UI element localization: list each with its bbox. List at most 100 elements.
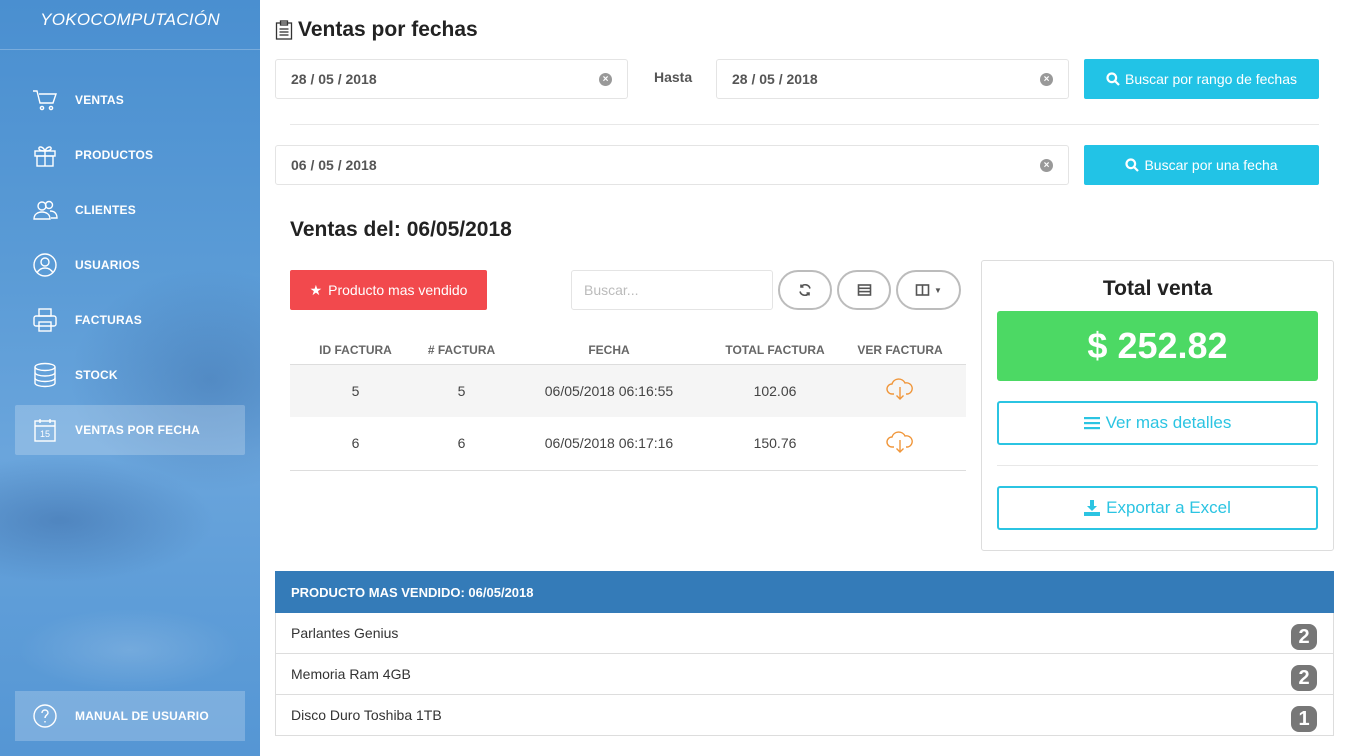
product-name: Disco Duro Toshiba 1TB: [291, 707, 442, 723]
app-root: YOKOCOMPUTACIÓN VENTAS PRODUCTOS CLIENTE…: [0, 0, 1351, 756]
best-sellers-heading: PRODUCTO MAS VENDIDO: 06/05/2018: [275, 571, 1334, 613]
toggle-view-button[interactable]: [837, 270, 891, 310]
sidebar-item-productos[interactable]: PRODUCTOS: [15, 130, 245, 180]
sales-table: ID FACTURA # FACTURA FECHA TOTAL FACTURA…: [290, 337, 966, 471]
total-title: Total venta: [1102, 277, 1213, 300]
sidebar-item-label: CLIENTES: [75, 203, 136, 217]
column-header[interactable]: TOTAL FACTURA: [716, 337, 834, 365]
sales-heading: Ventas del: 06/05/2018: [290, 218, 512, 241]
list-icon: [857, 284, 871, 296]
sidebar-item-facturas[interactable]: FACTURAS: [15, 295, 245, 345]
sidebar-item-label: USUARIOS: [75, 258, 140, 272]
list-item: Disco Duro Toshiba 1TB 1: [275, 695, 1334, 736]
list-item: Parlantes Genius 2: [275, 613, 1334, 654]
product-name: Parlantes Genius: [291, 625, 399, 641]
single-date-field[interactable]: 06 / 05 / 2018 ×: [275, 145, 1069, 185]
column-header[interactable]: ID FACTURA: [290, 337, 421, 365]
date-from-value: 28 / 05 / 2018: [291, 71, 377, 87]
details-button[interactable]: Ver mas detalles: [997, 401, 1318, 445]
bars-icon: [1083, 417, 1100, 430]
search-range-label: Buscar por rango de fechas: [1125, 71, 1297, 87]
brand-logo: YOKOCOMPUTACIÓN: [0, 0, 260, 50]
sidebar-nav: VENTAS PRODUCTOS CLIENTES USUARIOS FACTU…: [15, 75, 245, 460]
sidebar-item-ventas[interactable]: VENTAS: [15, 75, 245, 125]
clear-icon[interactable]: ×: [599, 73, 612, 86]
sidebar-item-clientes[interactable]: CLIENTES: [15, 185, 245, 235]
date-from-field[interactable]: 28 / 05 / 2018 ×: [275, 59, 628, 99]
svg-text:15: 15: [40, 429, 50, 439]
column-header[interactable]: FECHA: [502, 337, 716, 365]
cell-id: 5: [290, 364, 421, 417]
date-to-value: 28 / 05 / 2018: [732, 71, 818, 87]
export-excel-label: Exportar a Excel: [1106, 498, 1231, 517]
cell-num: 6: [421, 417, 502, 471]
refresh-icon: [799, 283, 811, 297]
star-icon: ★: [309, 281, 323, 298]
export-excel-button[interactable]: Exportar a Excel: [997, 486, 1318, 530]
table-row: 6 6 06/05/2018 06:17:16 150.76: [290, 417, 966, 471]
column-header[interactable]: VER FACTURA: [834, 337, 966, 365]
cell-fecha: 06/05/2018 06:16:55: [502, 364, 716, 417]
sidebar-item-label: MANUAL DE USUARIO: [75, 709, 209, 723]
count-badge: 2: [1291, 624, 1317, 650]
best-product-button[interactable]: ★ Producto mas vendido: [290, 270, 487, 310]
view-invoice-cell: [834, 364, 966, 417]
cell-total: 102.06: [716, 364, 834, 417]
column-header[interactable]: # FACTURA: [421, 337, 502, 365]
cell-fecha: 06/05/2018 06:17:16: [502, 417, 716, 471]
list-item: Memoria Ram 4GB 2: [275, 654, 1334, 695]
cloud-download-icon[interactable]: [886, 378, 914, 404]
page-title: Ventas por fechas: [275, 16, 478, 44]
sidebar-item-label: VENTAS POR FECHA: [75, 423, 200, 437]
count-badge: 1: [1291, 706, 1317, 732]
page-title-text: Ventas por fechas: [298, 18, 478, 41]
caret-down-icon: ▼: [934, 285, 942, 295]
search-single-label: Buscar por una fecha: [1144, 157, 1278, 173]
cell-id: 6: [290, 417, 421, 471]
divider: [290, 124, 1319, 125]
cart-icon: [31, 86, 59, 114]
search-icon: [1106, 72, 1120, 86]
search-icon: [1125, 158, 1140, 172]
product-name: Memoria Ram 4GB: [291, 666, 411, 682]
cloud-download-icon[interactable]: [886, 431, 914, 457]
sidebar-item-manual[interactable]: MANUAL DE USUARIO: [15, 691, 245, 741]
clear-icon[interactable]: ×: [1040, 73, 1053, 86]
refresh-button[interactable]: [778, 270, 832, 310]
date-to-field[interactable]: 28 / 05 / 2018 ×: [716, 59, 1069, 99]
sidebar-item-label: FACTURAS: [75, 313, 142, 327]
gift-icon: [31, 141, 59, 169]
help-icon: [31, 702, 59, 730]
search-range-button[interactable]: Buscar por rango de fechas: [1084, 59, 1319, 99]
clipboard-icon: [275, 20, 293, 40]
clear-icon[interactable]: ×: [1040, 159, 1053, 172]
download-icon: [1084, 500, 1101, 516]
table-row: 5 5 06/05/2018 06:16:55 102.06: [290, 364, 966, 417]
columns-button[interactable]: ▼: [896, 270, 961, 310]
total-amount: $ 252.82: [997, 311, 1318, 381]
main-content: Ventas por fechas 28 / 05 / 2018 × Hasta…: [275, 0, 1335, 756]
cell-num: 5: [421, 364, 502, 417]
details-label: Ver mas detalles: [1105, 413, 1232, 432]
sidebar: YOKOCOMPUTACIÓN VENTAS PRODUCTOS CLIENTE…: [0, 0, 260, 756]
hasta-label: Hasta: [654, 69, 693, 85]
best-product-label: Producto mas vendido: [328, 282, 468, 298]
divider: [997, 465, 1318, 466]
sidebar-item-usuarios[interactable]: USUARIOS: [15, 240, 245, 290]
user-icon: [31, 251, 59, 279]
view-invoice-cell: [834, 417, 966, 471]
count-badge: 2: [1291, 665, 1317, 691]
sidebar-item-stock[interactable]: STOCK: [15, 350, 245, 400]
sidebar-item-label: PRODUCTOS: [75, 148, 154, 162]
single-date-value: 06 / 05 / 2018: [291, 157, 377, 173]
table-header-row: ID FACTURA # FACTURA FECHA TOTAL FACTURA…: [290, 337, 966, 365]
table-search-input[interactable]: [571, 270, 773, 310]
best-sellers-panel: PRODUCTO MAS VENDIDO: 06/05/2018 Parlant…: [275, 571, 1334, 736]
cell-total: 150.76: [716, 417, 834, 471]
calendar-icon: 15: [31, 416, 59, 444]
sidebar-item-ventas-por-fecha[interactable]: 15 VENTAS POR FECHA: [15, 405, 245, 455]
sidebar-item-label: STOCK: [75, 368, 118, 382]
users-icon: [31, 196, 59, 224]
search-single-button[interactable]: Buscar por una fecha: [1084, 145, 1319, 185]
total-panel: Total venta $ 252.82 Ver mas detalles Ex…: [981, 260, 1334, 551]
